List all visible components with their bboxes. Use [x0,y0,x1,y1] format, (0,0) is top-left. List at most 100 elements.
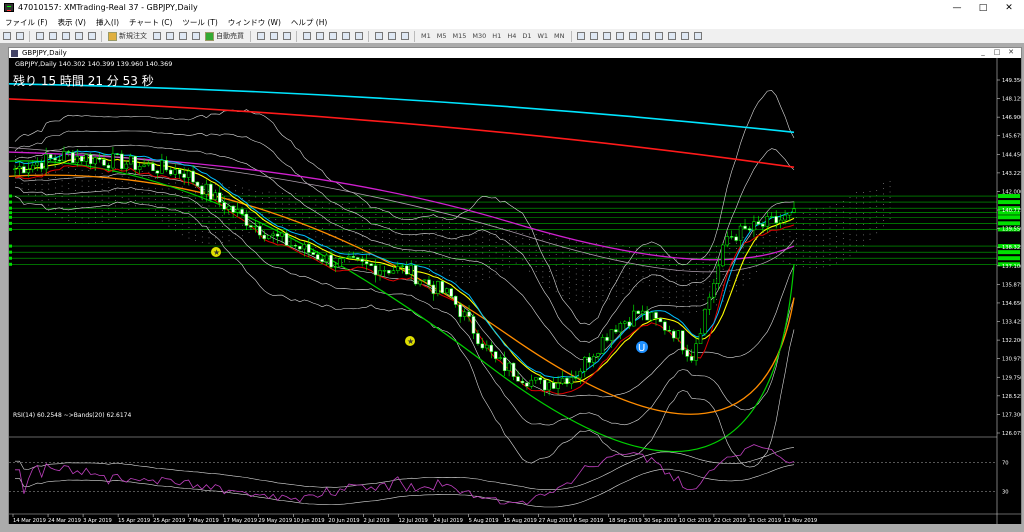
price-tick: 133.425 [1002,320,1021,326]
timeframe-m1[interactable]: M1 [419,31,433,42]
vps-icon[interactable] [190,31,201,42]
timeframe-h4[interactable]: H4 [505,31,518,42]
label-tool-icon[interactable] [680,31,691,42]
auto-trade-button[interactable]: 自動売買 [203,31,246,42]
horizontal-line-icon[interactable] [628,31,639,42]
price-tick: 144.450 [1002,152,1021,158]
date-tick: 12 Jul 2019 [399,518,428,524]
date-tick: 10 Oct 2019 [679,518,711,524]
date-tick: 22 Oct 2019 [714,518,746,524]
timeframe-m5[interactable]: M5 [435,31,449,42]
line-chart-icon[interactable] [281,31,292,42]
menu-insert[interactable]: 挿入(I) [91,17,124,28]
menu-tools[interactable]: ツール (T) [177,17,222,28]
chart-close-button[interactable]: ✕ [1004,49,1018,56]
metaeditor-icon[interactable] [151,31,162,42]
chart-maximize-button[interactable]: □ [990,49,1004,56]
price-tick: 143.225 [1002,171,1021,177]
date-tick: 20 Jun 2019 [328,518,359,524]
new-order-button[interactable]: 新規注文 [106,31,149,42]
date-tick: 17 May 2019 [223,518,257,524]
new-chart-icon[interactable] [1,31,12,42]
price-tick: 139.550 [1002,227,1021,233]
bar-chart-icon[interactable] [255,31,266,42]
price-tick: 129.750 [1002,375,1021,381]
date-tick: 15 Aug 2019 [504,518,537,524]
svg-text:★: ★ [213,248,220,257]
tile-windows-icon[interactable] [327,31,338,42]
date-tick: 27 Aug 2019 [539,518,572,524]
menu-file[interactable]: ファイル (F) [0,17,53,28]
date-tick: 29 May 2019 [258,518,292,524]
maximize-button[interactable]: □ [970,3,996,13]
menu-window[interactable]: ウィンドウ (W) [223,17,286,28]
date-tick: 6 Sep 2019 [574,518,604,524]
date-tick: 14 Mar 2019 [13,518,46,524]
arrows-icon[interactable] [693,31,704,42]
date-tick: 3 Apr 2019 [83,518,112,524]
trendline-icon[interactable] [589,31,600,42]
ohlc-label: GBPJPY,Daily 140.302 140.399 139.960 140… [15,60,172,68]
price-tick: 132.200 [1002,338,1021,344]
templates-icon[interactable] [399,31,410,42]
rsi-level-tick: 30 [1002,489,1009,495]
price-tick: 137.100 [1002,264,1021,270]
market-watch-icon[interactable] [34,31,45,42]
crosshair-icon[interactable] [602,31,613,42]
profiles-icon[interactable] [14,31,25,42]
timeframe-mn[interactable]: MN [552,31,566,42]
navigator-icon[interactable] [60,31,71,42]
date-tick: 5 Aug 2019 [469,518,499,524]
date-tick: 15 Apr 2019 [118,518,150,524]
chart-shift-icon[interactable] [353,31,364,42]
data-window-icon[interactable] [47,31,58,42]
price-tick: 135.875 [1002,282,1021,288]
price-tick: 130.975 [1002,357,1021,363]
app-icon [4,3,14,12]
market-icon[interactable] [177,31,188,42]
date-tick: 30 Sep 2019 [644,518,677,524]
menu-chart[interactable]: チャート (C) [124,17,177,28]
channel-icon[interactable] [641,31,652,42]
periods-icon[interactable] [386,31,397,42]
text-tool-icon[interactable] [667,31,678,42]
indicators-icon[interactable] [373,31,384,42]
menu-help[interactable]: ヘルプ (H) [286,17,332,28]
price-tick: 142.000 [1002,189,1021,195]
menu-bar: ファイル (F) 表示 (V) 挿入(I) チャート (C) ツール (T) ウ… [0,15,1024,30]
cursor-icon[interactable] [576,31,587,42]
window-title: 47010157: XMTrading-Real 37 - GBPJPY,Dai… [18,3,198,12]
tester-icon[interactable] [86,31,97,42]
close-button[interactable]: ✕ [996,3,1022,13]
timeframe-m15[interactable]: M15 [451,31,469,42]
zoom-out-icon[interactable] [314,31,325,42]
chart-minimize-button[interactable]: _ [976,49,990,56]
timeframe-m30[interactable]: M30 [470,31,488,42]
timeframe-h1[interactable]: H1 [490,31,503,42]
title-bar: 47010157: XMTrading-Real 37 - GBPJPY,Dai… [0,0,1024,15]
date-tick: 2 Jul 2019 [363,518,389,524]
date-tick: 25 Apr 2019 [153,518,185,524]
minimize-button[interactable]: — [944,3,970,13]
date-tick: 31 Oct 2019 [749,518,781,524]
chart-window: GBPJPY,Daily _ □ ✕ ★ ★ U 70 30 149.350 148.1… [8,47,1022,524]
svg-text:★: ★ [407,337,414,346]
candlestick-icon[interactable] [268,31,279,42]
price-tick: 128.525 [1002,394,1021,400]
date-tick: 7 May 2019 [188,518,219,524]
price-chart[interactable]: ★ ★ U 70 30 149.350 148.125 146.900 145.675 144… [9,58,1021,524]
price-tick: 145.675 [1002,134,1021,140]
timeframe-w1[interactable]: W1 [535,31,550,42]
countdown-label: 残り 15 時間 21 分 53 秒 [13,74,154,88]
terminal-icon[interactable] [73,31,84,42]
vertical-line-icon[interactable] [615,31,626,42]
timeframe-d1[interactable]: D1 [520,31,533,42]
date-tick: 12 Nov 2019 [784,518,817,524]
auto-scroll-icon[interactable] [340,31,351,42]
zoom-in-icon[interactable] [301,31,312,42]
menu-view[interactable]: 表示 (V) [53,17,91,28]
fibonacci-icon[interactable] [654,31,665,42]
price-tick: 126.075 [1002,431,1021,437]
signals-icon[interactable] [164,31,175,42]
price-tick: 138.325 [1002,245,1021,251]
